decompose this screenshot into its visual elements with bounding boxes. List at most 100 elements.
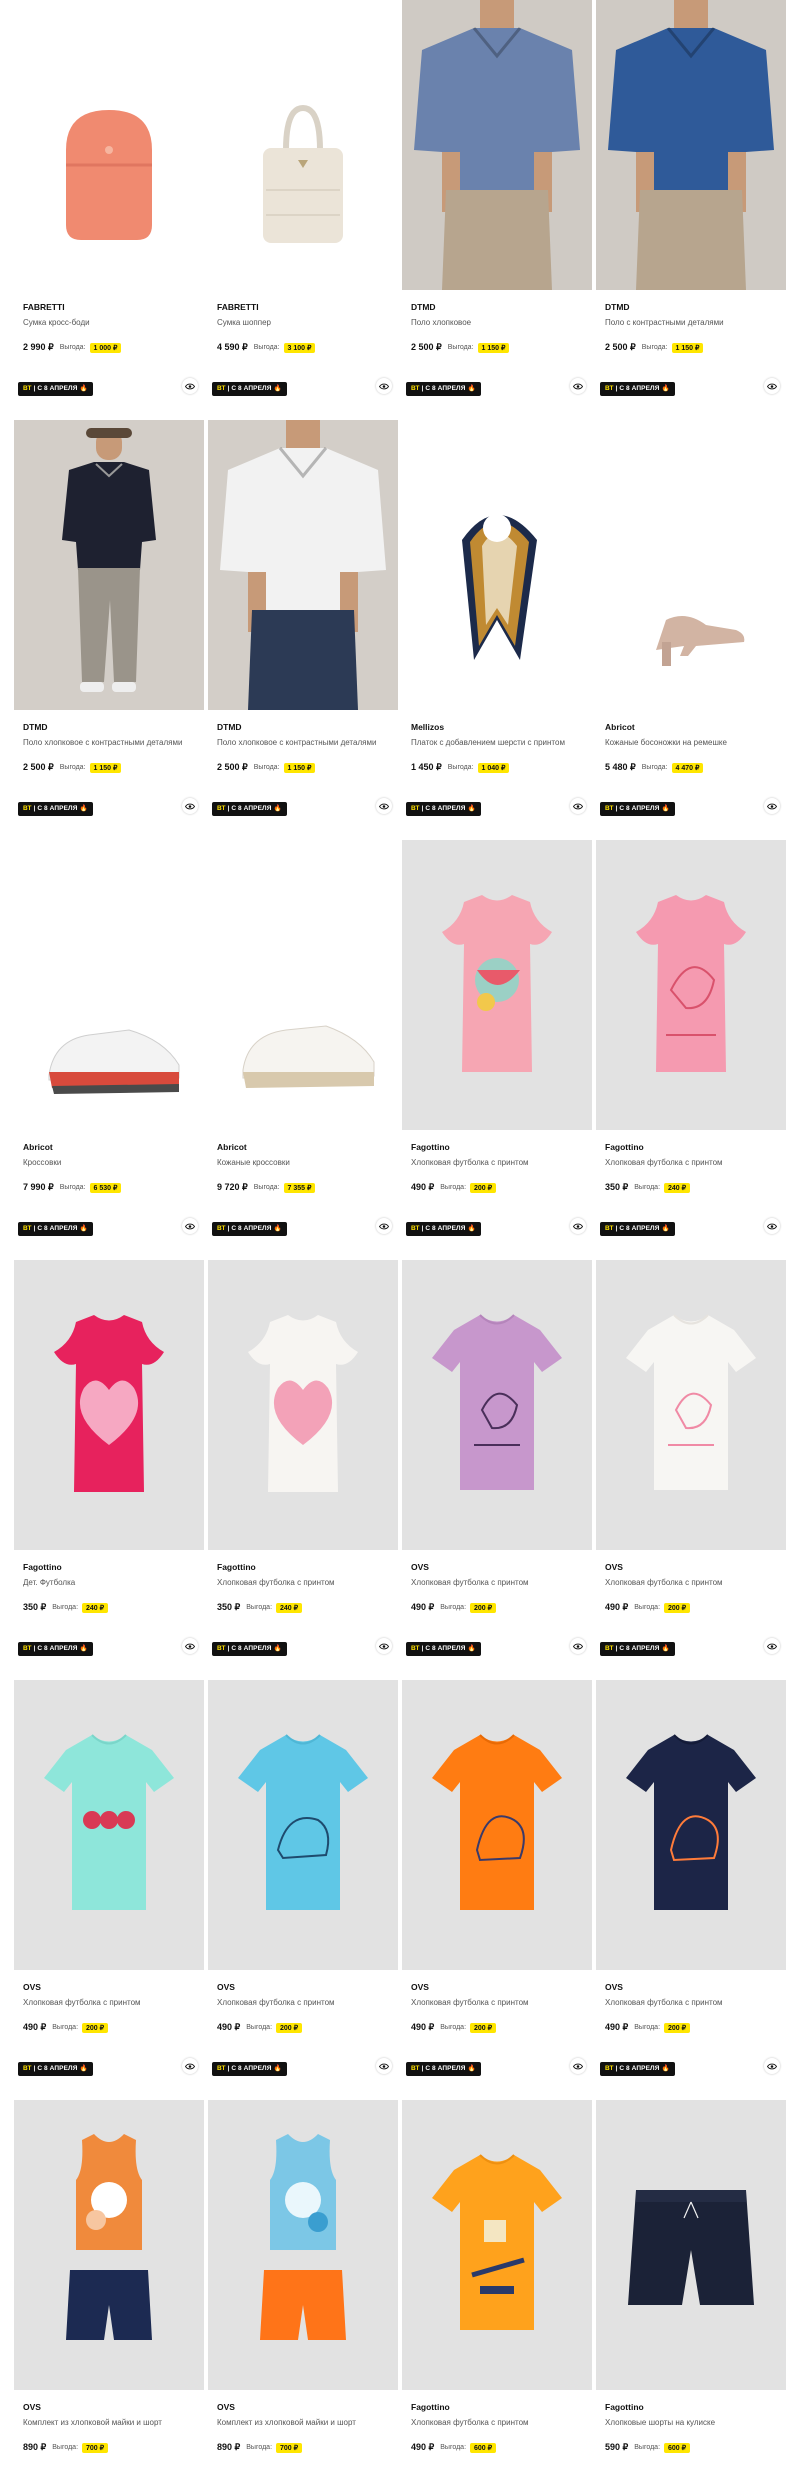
product-description[interactable]: Поло с контрастными деталями: [605, 318, 785, 327]
product-brand[interactable]: DTMD: [217, 722, 242, 732]
quick-view-eye-icon[interactable]: [570, 2058, 586, 2074]
product-description[interactable]: Хлопковая футболка с принтом: [605, 1158, 785, 1167]
product-image-crossbody-bag-coral[interactable]: [14, 0, 204, 290]
product-description[interactable]: Поло хлопковое: [411, 318, 591, 327]
product-brand[interactable]: DTMD: [605, 302, 630, 312]
product-description[interactable]: Хлопковая футболка с принтом: [217, 1578, 397, 1587]
product-card[interactable]: ВТ | С 8 АПРЕЛЯ 🔥 OVS Хлопковая футболка …: [14, 1680, 204, 2080]
product-image-set-orange-tank-navy-shorts[interactable]: [14, 2100, 204, 2390]
product-description[interactable]: Хлопковая футболка с принтом: [411, 1578, 591, 1587]
quick-view-eye-icon[interactable]: [182, 1638, 198, 1654]
product-image-tshirt-white-heart[interactable]: [208, 1260, 398, 1550]
quick-view-eye-icon[interactable]: [764, 1218, 780, 1234]
product-image-tshirt-navy-dino[interactable]: [596, 1680, 786, 1970]
product-image-tshirt-crimson-heart[interactable]: [14, 1260, 204, 1550]
quick-view-eye-icon[interactable]: [570, 798, 586, 814]
product-brand[interactable]: Fagottino: [217, 1562, 256, 1572]
product-card[interactable]: ВТ | С 8 АПРЕЛЯ🔥 Fagottino Хлопковая фут…: [402, 2100, 592, 2470]
product-image-scarf-gold-navy[interactable]: [402, 420, 592, 710]
product-brand[interactable]: OVS: [23, 1982, 41, 1992]
product-brand[interactable]: FABRETTI: [23, 302, 65, 312]
product-brand[interactable]: DTMD: [23, 722, 48, 732]
product-image-set-blue-tank-orange-shorts[interactable]: [208, 2100, 398, 2390]
product-description[interactable]: Кроссовки: [23, 1158, 203, 1167]
product-brand[interactable]: OVS: [605, 1982, 623, 1992]
quick-view-eye-icon[interactable]: [376, 378, 392, 394]
product-image-polo-black-man-fullbody[interactable]: [14, 420, 204, 710]
product-description[interactable]: Кожаные босоножки на ремешке: [605, 738, 785, 747]
quick-view-eye-icon[interactable]: [570, 378, 586, 394]
product-image-tote-bag-beige[interactable]: [208, 0, 398, 290]
quick-view-eye-icon[interactable]: [764, 2058, 780, 2074]
product-card[interactable]: ВТ | С 8 АПРЕЛЯ 🔥 DTMD Поло с контрастным…: [596, 0, 786, 400]
product-description[interactable]: Хлопковые шорты на кулиске: [605, 2418, 785, 2427]
product-card[interactable]: ВТ | С 8 АПРЕЛЯ 🔥 OVS Хлопковая футболка …: [208, 1680, 398, 2080]
product-card[interactable]: ВТ | С 8 АПРЕЛЯ 🔥 DTMD Поло хлопковое 2 5…: [402, 0, 592, 400]
product-card[interactable]: ВТ | С 8 АПРЕЛЯ 🔥 Abricot Кожаные кроссов…: [208, 840, 398, 1240]
quick-view-eye-icon[interactable]: [764, 378, 780, 394]
product-image-tshirt-mint-hearts[interactable]: [14, 1680, 204, 1970]
product-description[interactable]: Хлопковая футболка с принтом: [605, 1998, 785, 2007]
product-description[interactable]: Платок с добавлением шерсти с принтом: [411, 738, 591, 747]
quick-view-eye-icon[interactable]: [376, 1638, 392, 1654]
product-description[interactable]: Хлопковая футболка с принтом: [411, 1158, 591, 1167]
product-description[interactable]: Сумка шоппер: [217, 318, 397, 327]
product-image-tshirt-orange-dino[interactable]: [402, 1680, 592, 1970]
product-card[interactable]: ВТ | С 8 АПРЕЛЯ 🔥 OVS Хлопковая футболка …: [596, 1680, 786, 2080]
product-card[interactable]: ВТ | С 8 АПРЕЛЯ 🔥 DTMD Поло хлопковое с к…: [14, 420, 204, 820]
product-card[interactable]: ВТ | С 8 АПРЕЛЯ🔥 Fagottino Хлопковая фут…: [208, 1260, 398, 1660]
quick-view-eye-icon[interactable]: [182, 1218, 198, 1234]
product-card[interactable]: ВТ | С 8 АПРЕЛЯ🔥 OVS Комплект из хлопков…: [14, 2100, 204, 2470]
product-image-sneaker-white-red[interactable]: [14, 840, 204, 1130]
product-card[interactable]: ВТ | С 8 АПРЕЛЯ 🔥 Mellizos Платок с добав…: [402, 420, 592, 820]
product-brand[interactable]: OVS: [217, 2402, 235, 2412]
product-brand[interactable]: Abricot: [605, 722, 635, 732]
product-card[interactable]: ВТ | С 8 АПРЕЛЯ 🔥 OVS Хлопковая футболка …: [596, 1260, 786, 1660]
product-brand[interactable]: Fagottino: [605, 2402, 644, 2412]
product-brand[interactable]: OVS: [217, 1982, 235, 1992]
product-card[interactable]: ВТ | С 8 АПРЕЛЯ 🔥 DTMD Поло хлопковое с к…: [208, 420, 398, 820]
product-brand[interactable]: OVS: [411, 1982, 429, 1992]
product-brand[interactable]: Abricot: [23, 1142, 53, 1152]
quick-view-eye-icon[interactable]: [376, 2058, 392, 2074]
product-description[interactable]: Хлопковая футболка с принтом: [411, 1998, 591, 2007]
product-description[interactable]: Поло хлопковое с контрастными деталями: [217, 738, 397, 747]
quick-view-eye-icon[interactable]: [182, 798, 198, 814]
product-image-tshirt-orange-surf[interactable]: [402, 2100, 592, 2390]
product-description[interactable]: Поло хлопковое с контрастными деталями: [23, 738, 203, 747]
product-image-tshirt-white-unicorn[interactable]: [596, 1260, 786, 1550]
product-brand[interactable]: DTMD: [411, 302, 436, 312]
product-image-polo-blue-man[interactable]: [402, 0, 592, 290]
product-card[interactable]: ВТ | С 8 АПРЕЛЯ 🔥 Abricot Кожаные босонож…: [596, 420, 786, 820]
product-brand[interactable]: Abricot: [217, 1142, 247, 1152]
product-description[interactable]: Хлопковая футболка с принтом: [217, 1998, 397, 2007]
product-image-tshirt-pink-watermelon[interactable]: [402, 840, 592, 1130]
product-description[interactable]: Сумка кросс-боди: [23, 318, 203, 327]
quick-view-eye-icon[interactable]: [764, 1638, 780, 1654]
product-description[interactable]: Хлопковая футболка с принтом: [411, 2418, 591, 2427]
product-card[interactable]: ВТ | С 8 АПРЕЛЯ 🔥 FABRETTI Сумка шоппер 4…: [208, 0, 398, 400]
product-description[interactable]: Комплект из хлопковой майки и шорт: [217, 2418, 397, 2427]
product-card[interactable]: ВТ | С 8 АПРЕЛЯ 🔥 Fagottino Дет. Футболка…: [14, 1260, 204, 1660]
product-brand[interactable]: FABRETTI: [217, 302, 259, 312]
product-description[interactable]: Дет. Футболка: [23, 1578, 203, 1587]
product-brand[interactable]: Fagottino: [605, 1142, 644, 1152]
quick-view-eye-icon[interactable]: [764, 798, 780, 814]
product-description[interactable]: Хлопковая футболка с принтом: [23, 1998, 203, 2007]
product-image-tshirt-skyblue-dino[interactable]: [208, 1680, 398, 1970]
product-card[interactable]: ВТ | С 8 АПРЕЛЯ 🔥 OVS Хлопковая футболка …: [402, 1260, 592, 1660]
product-image-tshirt-pink-unicorn[interactable]: [596, 840, 786, 1130]
quick-view-eye-icon[interactable]: [570, 1638, 586, 1654]
product-card[interactable]: ВТ | С 8 АПРЕЛЯ🔥 Fagottino Хлопковая фут…: [402, 840, 592, 1240]
product-card[interactable]: ВТ | С 8 АПРЕЛЯ 🔥 Abricot Кроссовки 7 990…: [14, 840, 204, 1240]
product-image-polo-white-man[interactable]: [208, 420, 398, 710]
quick-view-eye-icon[interactable]: [376, 798, 392, 814]
product-brand[interactable]: OVS: [23, 2402, 41, 2412]
product-image-shorts-navy[interactable]: [596, 2100, 786, 2390]
product-brand[interactable]: Fagottino: [411, 2402, 450, 2412]
product-card[interactable]: ВТ | С 8 АПРЕЛЯ 🔥 FABRETTI Сумка кросс-бо…: [14, 0, 204, 400]
quick-view-eye-icon[interactable]: [182, 2058, 198, 2074]
product-brand[interactable]: Fagottino: [23, 1562, 62, 1572]
product-description[interactable]: Хлопковая футболка с принтом: [605, 1578, 785, 1587]
product-image-polo-navy-man[interactable]: [596, 0, 786, 290]
